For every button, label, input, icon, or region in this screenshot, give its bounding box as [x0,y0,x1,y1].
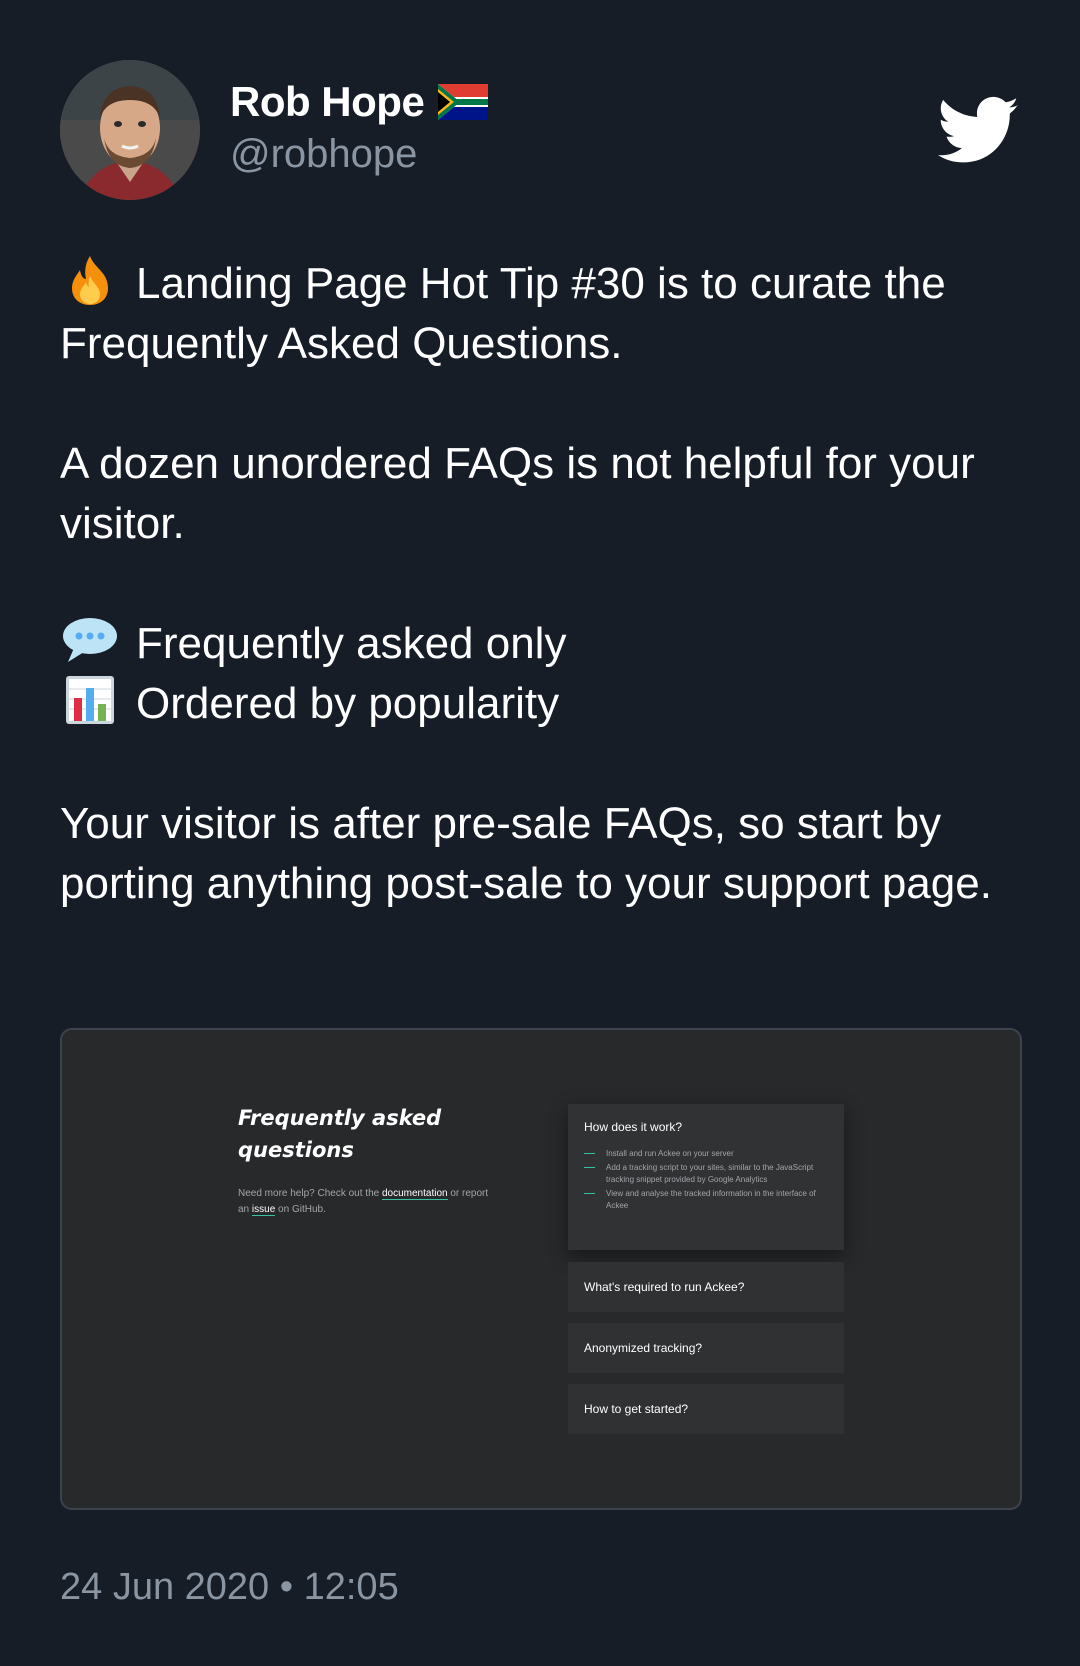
faq-help-text: Need more help? Check out the documentat… [238,1188,489,1216]
author-name[interactable]: Rob Hope [230,78,425,126]
bullet-ordered-by-popularity: Ordered by popularity [136,679,560,728]
faq-question: How does it work? [584,1120,683,1134]
faq-answer: Install and run Ackee on your server [584,1148,828,1160]
tweet-text: Landing Page Hot Tip #30 is to curate th… [60,254,1030,914]
fire-emoji [72,256,108,305]
faq-title: Frequently asked questions [238,1106,442,1162]
twitter-bird-icon[interactable] [938,96,1020,166]
profile-photo [60,60,200,200]
faq-item-requirements[interactable]: What's required to run Ackee? [568,1262,844,1312]
bar-chart-emoji [66,676,114,724]
south-africa-flag-icon [438,84,489,120]
documentation-link[interactable]: documentation [381,1188,448,1200]
speech-balloon-emoji [63,618,117,662]
faq-answer-list: Install and run Ackee on your server Add… [584,1148,828,1212]
tweet-line-2: A dozen unordered FAQs is not helpful fo… [60,439,975,548]
tweet-timestamp[interactable]: 24 Jun 2020 • 12:05 [60,1566,399,1609]
faq-question: What's required to run Ackee? [584,1280,745,1294]
faq-item-anonymized-tracking[interactable]: Anonymized tracking? [568,1323,844,1373]
faq-item-how-does-it-work[interactable]: How does it work? Install and run Ackee … [568,1104,844,1250]
tweet-line-3: Your visitor is after pre-sale FAQs, so … [60,799,992,908]
author-handle[interactable]: @robhope [230,132,417,177]
tweet-line-1: Landing Page Hot Tip #30 is to curate th… [60,259,946,368]
faq-item-get-started[interactable]: How to get started? [568,1384,844,1434]
attached-image[interactable]: Frequently asked questions Need more hel… [60,1028,1022,1510]
issue-link[interactable]: issue [251,1204,276,1216]
faq-answer: View and analyse the tracked information… [584,1188,828,1212]
faq-answer: Add a tracking script to your sites, sim… [584,1162,828,1186]
author-name-row: Rob Hope [230,78,489,126]
avatar[interactable] [60,60,200,200]
faq-question: How to get started? [584,1402,689,1416]
faq-question: Anonymized tracking? [584,1341,703,1355]
bullet-frequently-asked: Frequently asked only [136,619,567,668]
